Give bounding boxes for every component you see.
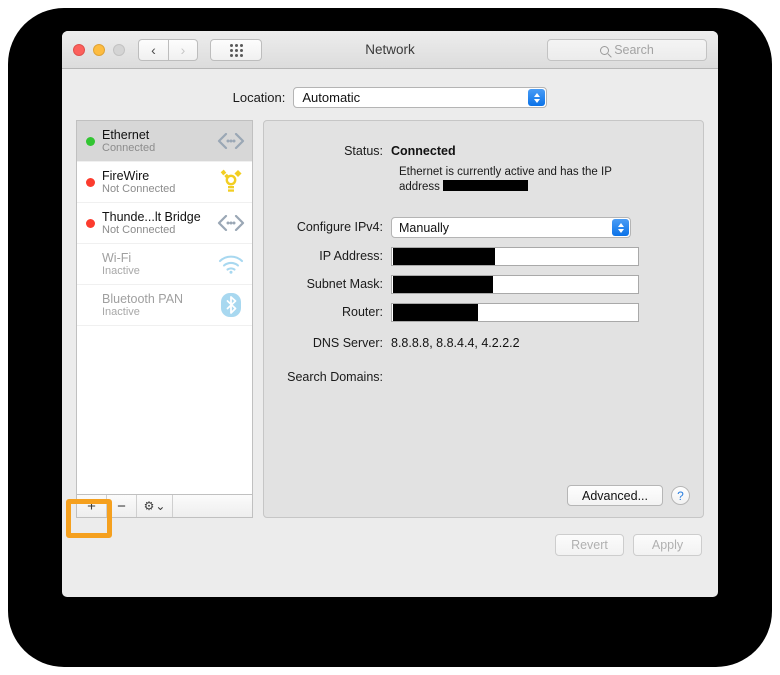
advanced-button[interactable]: Advanced...	[567, 485, 663, 506]
ip-address-field[interactable]	[391, 247, 639, 266]
interface-state: Connected	[102, 141, 156, 154]
dns-server-label: DNS Server:	[312, 336, 383, 350]
interface-text: Thunde...lt Bridge Not Connected	[102, 210, 210, 237]
status-dot-red	[86, 177, 95, 187]
search-domains-row: Search Domains:	[264, 369, 703, 386]
revert-button-label: Revert	[571, 538, 608, 552]
gear-icon: ⚙	[143, 499, 155, 513]
bluetooth-icon	[217, 292, 245, 318]
search-icon	[600, 45, 610, 55]
subnet-mask-row: Subnet Mask:	[264, 275, 703, 294]
stepper-arrows-icon[interactable]	[528, 89, 546, 106]
stepper-arrows-icon[interactable]	[612, 219, 629, 236]
revert-button[interactable]: Revert	[555, 534, 624, 556]
interface-name: Wi-Fi	[102, 250, 132, 265]
dns-server-row: DNS Server: 8.8.8.8, 8.8.4.4, 4.2.2.2	[264, 335, 703, 352]
redacted-ip-address	[443, 180, 529, 191]
subnet-mask-label: Subnet Mask:	[306, 277, 383, 291]
status-description-text-2: address	[399, 181, 440, 193]
search-placeholder: Search	[614, 43, 654, 57]
interface-state: Inactive	[102, 305, 140, 318]
interface-list-item[interactable]: Wi-Fi Inactive	[77, 244, 252, 285]
status-label: Status:	[344, 144, 383, 158]
interface-state: Inactive	[102, 264, 140, 277]
configure-ipv4-value: Manually	[399, 220, 450, 235]
apply-button-label: Apply	[651, 538, 684, 552]
interface-list[interactable]: Ethernet Connected FireWire Not Connected Th…	[76, 120, 253, 494]
location-selected-value: Automatic	[302, 90, 361, 105]
apply-button[interactable]: Apply	[633, 534, 702, 556]
wifi-icon	[217, 251, 245, 277]
question-mark-icon: ?	[677, 488, 684, 503]
status-dot-none	[86, 260, 95, 269]
interface-name: Thunde...lt Bridge	[102, 209, 201, 224]
status-row: Status: Connected	[264, 121, 703, 160]
redacted-value	[393, 276, 493, 293]
window-titlebar: ‹ › Network Search	[62, 31, 718, 69]
redacted-value	[393, 304, 478, 321]
firewire-icon	[217, 169, 245, 195]
interface-name: Ethernet	[102, 127, 150, 142]
subnet-mask-field[interactable]	[391, 275, 639, 294]
interface-text: FireWire Not Connected	[102, 169, 210, 196]
ethernet-icon	[217, 210, 245, 236]
status-description-text: Ethernet is currently active and has the…	[399, 166, 612, 178]
window-footer: Revert Apply	[62, 518, 718, 556]
location-row: Location: Automatic	[62, 87, 718, 108]
configure-ipv4-label: Configure IPv4:	[296, 220, 383, 234]
panel-actions: Advanced... ?	[567, 485, 690, 506]
ip-address-row: IP Address:	[264, 247, 703, 266]
status-value: Connected	[391, 144, 456, 158]
body-area: Ethernet Connected FireWire Not Connected Th…	[62, 108, 718, 518]
interface-actions-menu-button[interactable]: ⚙ ⌄	[137, 495, 173, 517]
interface-name: FireWire	[102, 168, 150, 183]
status-description: Ethernet is currently active and has the…	[399, 165, 644, 195]
network-preferences-window: ‹ › Network Search Location: Automatic E…	[62, 31, 718, 597]
plus-icon: +	[87, 497, 96, 515]
location-label: Location:	[232, 90, 286, 105]
configure-ipv4-dropdown[interactable]: Manually	[391, 217, 631, 238]
interface-list-toolbar: + − ⚙ ⌄	[76, 494, 253, 518]
interface-list-item[interactable]: Ethernet Connected	[77, 121, 252, 162]
interface-text: Ethernet Connected	[102, 128, 210, 155]
search-input[interactable]: Search	[547, 39, 707, 61]
interface-name: Bluetooth PAN	[102, 291, 184, 306]
help-button[interactable]: ?	[671, 486, 690, 505]
status-dot-green	[86, 136, 95, 146]
redacted-value	[393, 248, 495, 265]
router-label: Router:	[342, 305, 383, 319]
search-domains-label: Search Domains:	[287, 370, 383, 384]
interface-text: Wi-Fi Inactive	[102, 251, 210, 278]
interface-list-item[interactable]: Thunde...lt Bridge Not Connected	[77, 203, 252, 244]
minus-icon: −	[117, 497, 126, 515]
advanced-button-label: Advanced...	[581, 488, 648, 503]
status-dot-none	[86, 301, 95, 310]
add-interface-button[interactable]: +	[77, 495, 107, 517]
ethernet-icon	[217, 128, 245, 154]
router-row: Router:	[264, 303, 703, 322]
interface-details-panel: Status: Connected Ethernet is currently …	[263, 120, 704, 518]
interface-list-item[interactable]: Bluetooth PAN Inactive	[77, 285, 252, 326]
sidebar: Ethernet Connected FireWire Not Connected Th…	[76, 120, 253, 518]
ip-address-label: IP Address:	[319, 249, 383, 263]
dns-server-value: 8.8.8.8, 8.8.4.4, 4.2.2.2	[391, 336, 520, 350]
interface-state: Not Connected	[102, 223, 176, 236]
interface-state: Not Connected	[102, 182, 176, 195]
interface-list-item[interactable]: FireWire Not Connected	[77, 162, 252, 203]
toolbar-filler	[173, 495, 252, 517]
router-field[interactable]	[391, 303, 639, 322]
configure-ipv4-row: Configure IPv4: Manually	[264, 217, 703, 238]
chevron-down-icon: ⌄	[155, 499, 166, 513]
remove-interface-button[interactable]: −	[107, 495, 137, 517]
interface-text: Bluetooth PAN Inactive	[102, 292, 210, 319]
location-dropdown[interactable]: Automatic	[293, 87, 548, 108]
status-dot-red	[86, 218, 95, 228]
